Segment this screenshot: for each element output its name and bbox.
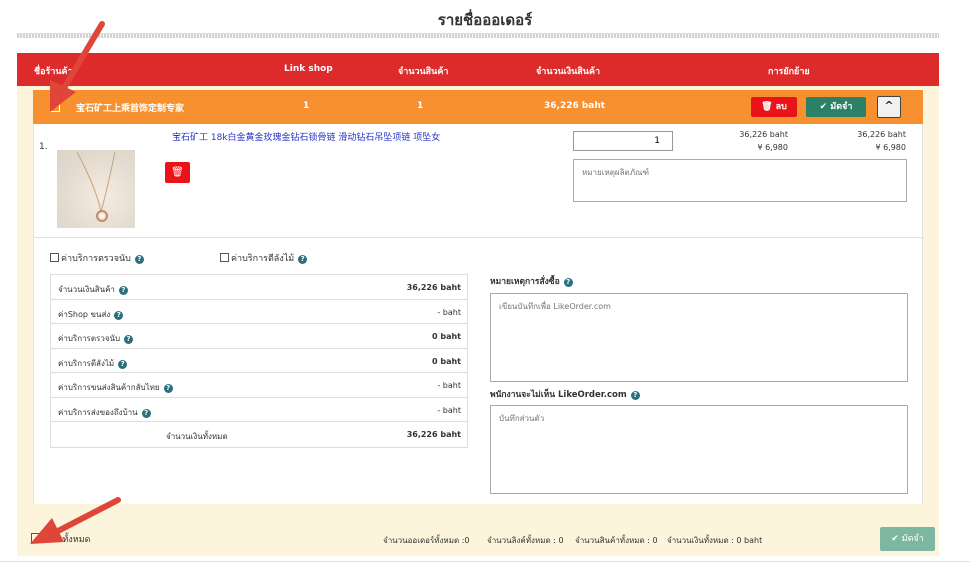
help-icon[interactable]: ? <box>114 310 124 320</box>
private-note-label: พนักงานจะไม่เห็น LikeOrder.com? <box>490 387 640 401</box>
page-title: รายชื่อออเดอร์ <box>437 11 533 29</box>
product-title-link[interactable]: 宝石矿工 18k白金黄金玫瑰金钻石锁骨链 滑动钻石吊坠项链 项坠女 <box>172 130 532 143</box>
summary-value: 36,226 baht <box>406 283 461 292</box>
order-footer-bar: เลือกทั้งหมด จำนวนออเดอร์ทั้งหมด :0 จำนว… <box>17 516 939 556</box>
table-row: ค่าShop ขนส่ง? - baht <box>51 300 467 324</box>
trash-icon: 🗑 <box>171 167 184 178</box>
deposit-shop-label: มัดจำ <box>830 102 853 112</box>
delete-shop-button[interactable]: 🗑 ลบ <box>751 97 797 117</box>
inspection-service-option[interactable]: ค่าบริการตรวจนับ? <box>50 251 144 265</box>
shop-amount: 36,226 baht <box>544 101 606 111</box>
summary-label: ค่าบริการตรวจนับ <box>58 334 121 343</box>
chevron-up-icon: ^ <box>884 99 894 112</box>
shop-link-count: 1 <box>303 101 310 111</box>
item-index: 1. <box>39 142 48 152</box>
inspection-checkbox[interactable] <box>50 253 59 262</box>
shop-quantity: 1 <box>417 101 424 111</box>
header-link-shop: Link shop <box>284 64 333 74</box>
total-links-count: จำนวนลิงค์ทั้งหมด : 0 <box>487 536 564 545</box>
total-value: 36,226 baht <box>406 430 461 439</box>
total-orders-count: จำนวนออเดอร์ทั้งหมด :0 <box>383 536 470 545</box>
header-quantity: จำนวนสินค้า <box>398 67 449 77</box>
summary-value: - baht <box>437 405 461 415</box>
help-icon[interactable]: ? <box>163 384 173 393</box>
product-image[interactable] <box>57 150 135 228</box>
total-items-count: จำนวนสินค้าทั้งหมด : 0 <box>575 536 658 545</box>
order-table-header: ชื่อร้านค้า Link shop จำนวนสินค้า จำนวนเ… <box>17 53 939 86</box>
order-remark-input[interactable] <box>490 293 908 382</box>
unit-price-yuan: ¥ 6,980 <box>757 143 788 152</box>
trash-icon: 🗑 <box>761 102 773 112</box>
help-icon[interactable]: ? <box>630 391 640 400</box>
annotation-arrow-icon <box>30 497 121 544</box>
total-label: จำนวนเงินทั้งหมด <box>166 432 228 441</box>
table-row: ค่าบริการขนส่งสินค้ากลับไทย? - baht <box>51 373 467 398</box>
wood-crate-service-option[interactable]: ค่าบริการตีลังไม้? <box>220 251 308 265</box>
check-icon: ✔ <box>891 534 899 544</box>
product-note-input[interactable] <box>573 159 907 202</box>
help-icon[interactable]: ? <box>134 255 144 264</box>
delete-shop-label: ลบ <box>775 102 787 112</box>
private-note-input[interactable] <box>490 405 908 494</box>
cost-summary-table: จำนวนเงินสินค้า? 36,226 baht ค่าShop ขนส… <box>50 274 468 448</box>
total-amount: จำนวนเงินทั้งหมด : 0 baht <box>667 536 763 545</box>
annotation-arrow-icon <box>50 21 105 112</box>
deposit-shop-button[interactable]: ✔ มัดจำ <box>806 97 866 117</box>
summary-value: - baht <box>437 381 461 390</box>
table-row: ค่าบริการตีลังไม้? 0 baht <box>51 349 467 373</box>
page-bottom-divider <box>0 561 970 562</box>
summary-value: 0 baht <box>432 356 461 366</box>
table-row: ค่าบริการส่งของถึงบ้าน? - baht <box>51 398 467 422</box>
help-icon[interactable]: ? <box>563 278 573 287</box>
header-move: การยักย้าย <box>768 67 810 77</box>
help-icon[interactable]: ? <box>118 286 128 295</box>
order-remark-label: หมายเหตุการสั่งซื้อ? <box>490 274 573 288</box>
summary-label: ค่าบริการส่งของถึงบ้าน <box>58 407 138 417</box>
deposit-all-label: มัดจำ <box>901 534 924 544</box>
help-icon[interactable]: ? <box>298 255 308 264</box>
unit-price-baht: 36,226 baht <box>739 130 788 139</box>
order-remark-label-text: หมายเหตุการสั่งซื้อ <box>490 277 560 287</box>
total-row: จำนวนเงินทั้งหมด 36,226 baht <box>51 422 467 447</box>
total-price-baht: 36,226 baht <box>857 130 906 139</box>
help-icon[interactable]: ? <box>141 408 151 418</box>
private-note-label-text: พนักงานจะไม่เห็น LikeOrder.com <box>490 390 627 400</box>
title-divider <box>17 33 939 38</box>
deposit-all-button[interactable]: ✔ มัดจำ <box>880 527 935 551</box>
delete-item-button[interactable]: 🗑 <box>165 162 190 183</box>
summary-label: ค่าบริการขนส่งสินค้ากลับไทย <box>58 383 160 392</box>
total-price-yuan: ¥ 6,980 <box>875 143 906 152</box>
table-row: ค่าบริการตรวจนับ? 0 baht <box>51 324 467 349</box>
check-icon: ✔ <box>819 102 828 112</box>
card-divider <box>34 237 924 238</box>
inspection-label: ค่าบริการตรวจนับ <box>61 254 131 264</box>
table-row: จำนวนเงินสินค้า? 36,226 baht <box>51 275 467 300</box>
help-icon[interactable]: ? <box>118 359 128 369</box>
summary-label: ค่าบริการตีลังไม้ <box>58 358 115 368</box>
quantity-input[interactable] <box>573 131 673 151</box>
summary-label: จำนวนเงินสินค้า <box>58 285 115 294</box>
summary-label: ค่าShop ขนส่ง <box>58 309 111 319</box>
necklace-icon <box>76 151 116 222</box>
summary-value: 0 baht <box>432 332 461 341</box>
summary-value: - baht <box>437 307 461 317</box>
wood-crate-checkbox[interactable] <box>220 253 229 262</box>
wood-crate-label: ค่าบริการตีลังไม้ <box>231 254 295 264</box>
collapse-button[interactable]: ^ <box>877 96 901 118</box>
help-icon[interactable]: ? <box>124 335 134 344</box>
header-amount: จำนวนเงินสินค้า <box>536 67 601 77</box>
order-item-card: 1. 宝石矿工 18k白金黄金玫瑰金钻石锁骨链 滑动钻石吊坠项链 项坠女 🗑 3… <box>33 124 924 504</box>
shop-row: 宝石矿工上乘首饰定制专家 1 1 36,226 baht 🗑 ลบ ✔ มัดจ… <box>33 90 923 124</box>
